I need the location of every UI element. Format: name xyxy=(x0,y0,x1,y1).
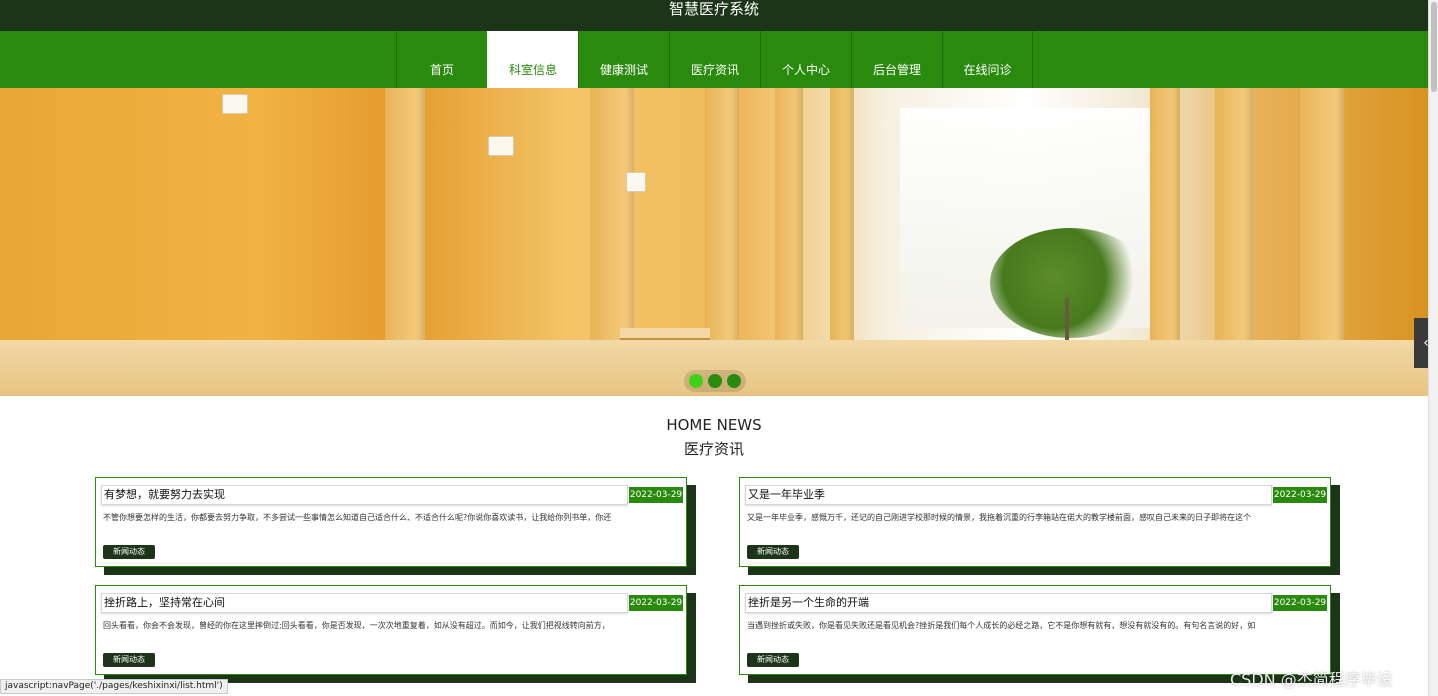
nav-item-home[interactable]: 首页 xyxy=(396,31,487,88)
news-date: 2022-03-29 xyxy=(1273,595,1327,611)
carousel-dot-1[interactable] xyxy=(689,374,703,388)
news-excerpt: 当遇到挫折或失败，你是看见失败还是看见机会?挫折是我们每个人成长的必经之路，它不… xyxy=(747,621,1256,630)
news-date: 2022-03-29 xyxy=(629,487,683,503)
news-title[interactable]: 又是一年毕业季 xyxy=(745,485,1272,505)
news-excerpt: 回头看看，你会不会发现，曾经的你在这里摔倒过;回头看看，你是否发现，一次次地重复… xyxy=(103,621,610,630)
main-nav: 首页 科室信息 健康测试 医疗资讯 个人中心 后台管理 在线问诊 xyxy=(0,31,1428,88)
news-excerpt: 又是一年毕业季，感慨万千，还记的自己刚进学校那时候的情景，我拖着沉重的行李箱站在… xyxy=(747,513,1251,522)
news-card-body[interactable]: 又是一年毕业季 2022-03-29 又是一年毕业季，感慨万千，还记的自己刚进学… xyxy=(739,477,1331,567)
banner-booth xyxy=(830,88,854,358)
news-date: 2022-03-29 xyxy=(629,595,683,611)
news-tag[interactable]: 新闻动态 xyxy=(103,653,155,667)
nav-item-online-consult[interactable]: 在线问诊 xyxy=(942,31,1033,88)
outlet-icon xyxy=(626,172,646,192)
news-date: 2022-03-29 xyxy=(1273,487,1327,503)
news-tag[interactable]: 新闻动态 xyxy=(103,545,155,559)
news-tag[interactable]: 新闻动态 xyxy=(747,653,799,667)
status-bar-url: javascript:navPage('./pages/keshixinxi/l… xyxy=(0,679,228,694)
banner-booth xyxy=(775,88,803,358)
news-excerpt: 不管你想要怎样的生活，你都要去努力争取，不多尝试一些事情怎么知道自己适合什么、不… xyxy=(103,513,612,522)
plant-icon xyxy=(990,228,1150,338)
banner-booth xyxy=(1150,88,1180,368)
carousel-dot-3[interactable] xyxy=(727,374,741,388)
watermark: CSDN @杰简程序毕设 xyxy=(1230,670,1393,689)
site-title: 智慧医疗系统 xyxy=(668,0,759,18)
news-card: 挫折路上，坚持常在心间 2022-03-29 回头看看，你会不会发现，曾经的你在… xyxy=(95,585,696,683)
news-card-body[interactable]: 有梦想，就要努力去实现 2022-03-29 不管你想要怎样的生活，你都要去努力… xyxy=(95,477,687,567)
news-title[interactable]: 挫折路上，坚持常在心间 xyxy=(101,593,628,613)
news-title[interactable]: 挫折是另一个生命的开端 xyxy=(745,593,1272,613)
outlet-icon xyxy=(488,136,514,156)
news-card-body[interactable]: 挫折路上，坚持常在心间 2022-03-29 回头看看，你会不会发现，曾经的你在… xyxy=(95,585,687,675)
nav-item-admin[interactable]: 后台管理 xyxy=(851,31,942,88)
hero-carousel[interactable] xyxy=(0,88,1428,396)
outlet-icon xyxy=(222,94,248,114)
page: 智慧医疗系统 首页 科室信息 健康测试 医疗资讯 个人中心 后台管理 在线问诊 xyxy=(0,0,1438,696)
carousel-indicators xyxy=(684,370,746,392)
carousel-dot-2[interactable] xyxy=(708,374,722,388)
nav-item-departments[interactable]: 科室信息 xyxy=(487,31,578,88)
nav-item-personal-center[interactable]: 个人中心 xyxy=(760,31,851,88)
news-tag[interactable]: 新闻动态 xyxy=(747,545,799,559)
banner-booth xyxy=(705,88,739,368)
section-title-en: HOME NEWS xyxy=(666,416,762,434)
nav-item-health-test[interactable]: 健康测试 xyxy=(578,31,669,88)
nav-item-medical-news[interactable]: 医疗资讯 xyxy=(669,31,760,88)
title-bar: 智慧医疗系统 xyxy=(0,0,1428,31)
news-title[interactable]: 有梦想，就要努力去实现 xyxy=(101,485,628,505)
news-card: 又是一年毕业季 2022-03-29 又是一年毕业季，感慨万千，还记的自己刚进学… xyxy=(739,477,1340,575)
scrollbar-thumb[interactable] xyxy=(1431,2,1437,92)
section-title-cn: 医疗资讯 xyxy=(683,440,744,458)
page-scrollbar[interactable] xyxy=(1428,0,1438,696)
nav-items: 首页 科室信息 健康测试 医疗资讯 个人中心 后台管理 在线问诊 xyxy=(396,31,1033,88)
news-card: 有梦想，就要努力去实现 2022-03-29 不管你想要怎样的生活，你都要去努力… xyxy=(95,477,696,575)
banner-desk xyxy=(620,328,710,338)
news-card-body[interactable]: 挫折是另一个生命的开端 2022-03-29 当遇到挫折或失败，你是看见失败还是… xyxy=(739,585,1331,675)
